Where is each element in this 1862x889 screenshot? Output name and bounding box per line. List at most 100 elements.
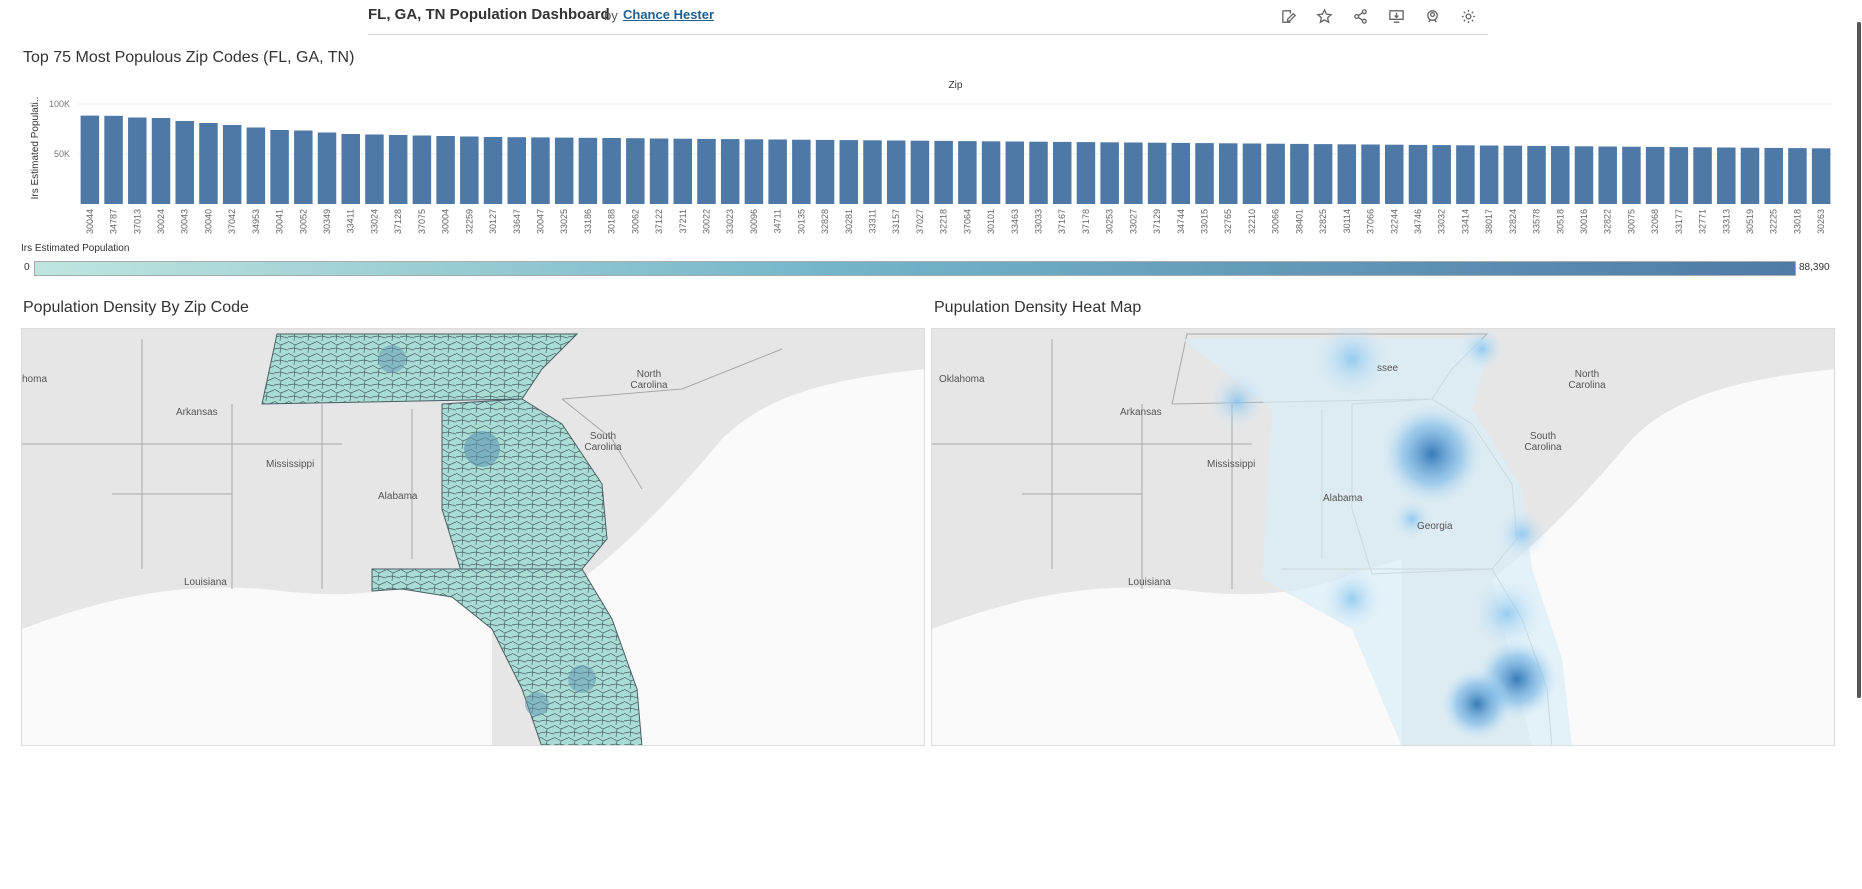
x-tick-label: 37128 xyxy=(393,209,403,234)
settings-button[interactable] xyxy=(1456,5,1480,27)
scrollbar-thumb[interactable] xyxy=(1857,22,1861,698)
bar xyxy=(1456,145,1475,204)
x-tick-label: 32210 xyxy=(1247,209,1257,234)
x-tick-label: 30075 xyxy=(1626,209,1636,234)
map-label: Georgia xyxy=(1417,521,1453,532)
map-label: North Carolina xyxy=(630,369,668,391)
x-tick-label: 30004 xyxy=(441,209,451,234)
map-label: South Carolina xyxy=(584,431,622,453)
x-tick-label: 33018 xyxy=(1792,209,1802,234)
bar xyxy=(175,121,194,204)
x-tick-label: 37064 xyxy=(962,209,972,234)
bar xyxy=(1432,145,1451,204)
choropleth-map-title: Population Density By Zip Code xyxy=(23,299,249,316)
map-label: homa xyxy=(22,374,48,385)
x-tick-label: 32068 xyxy=(1650,209,1660,234)
x-tick-label: 30041 xyxy=(275,209,285,234)
x-tick-label: 34744 xyxy=(1176,209,1186,234)
x-tick-label: 38401 xyxy=(1294,209,1304,234)
bar xyxy=(1408,144,1428,204)
bar xyxy=(1124,142,1143,204)
x-tick-label: 33015 xyxy=(1200,209,1210,234)
x-tick-label: 33186 xyxy=(583,209,593,234)
bar xyxy=(1242,143,1262,204)
share-button[interactable] xyxy=(1348,5,1372,27)
x-tick-label: 34787 xyxy=(109,209,119,234)
x-tick-label: 30135 xyxy=(796,209,806,234)
bar xyxy=(1717,147,1736,204)
download-icon xyxy=(1388,9,1404,23)
bar xyxy=(531,137,550,204)
x-tick-label: 37066 xyxy=(1366,209,1376,234)
map-label: Alabama xyxy=(1323,493,1363,504)
bar xyxy=(1645,146,1665,204)
bar xyxy=(1218,143,1238,204)
y-tick-label: 100K xyxy=(49,99,70,109)
choropleth-map[interactable]: homa Arkansas Mississippi Alabama Louisi… xyxy=(21,328,925,746)
edit-button[interactable] xyxy=(1276,5,1300,27)
x-tick-label: 33463 xyxy=(1010,209,1020,234)
bar xyxy=(104,115,123,204)
x-tick-label: 30043 xyxy=(180,209,190,234)
settings-gear-icon xyxy=(1461,9,1475,23)
x-tick-label: 30188 xyxy=(607,209,617,234)
watch-button[interactable] xyxy=(1420,5,1444,27)
x-tick-label: 37075 xyxy=(417,209,427,234)
bar xyxy=(1788,148,1807,204)
x-tick-label: 30127 xyxy=(488,209,498,234)
x-tick-label: 32822 xyxy=(1603,209,1613,234)
x-tick-label: 30096 xyxy=(749,209,759,234)
x-tick-label: 37211 xyxy=(678,209,688,233)
x-tick-label: 33157 xyxy=(891,209,901,234)
favorite-button[interactable] xyxy=(1312,5,1336,27)
x-tick-label: 30062 xyxy=(630,209,640,234)
x-tick-label: 33313 xyxy=(1721,209,1731,234)
heat-map-canvas xyxy=(932,329,1834,745)
favorite-star-icon xyxy=(1315,7,1333,24)
bar xyxy=(981,141,1001,204)
dashboard-header: FL, GA, TN Population Dashboard by Chanc… xyxy=(368,0,1488,35)
edit-icon xyxy=(1281,9,1296,23)
x-tick-label: 32828 xyxy=(820,209,830,234)
bar-chart-title: Top 75 Most Populous Zip Codes (FL, GA, … xyxy=(23,49,355,66)
bar xyxy=(578,137,598,204)
x-tick-label: 30101 xyxy=(986,209,996,234)
bar xyxy=(934,140,953,204)
legend-title: Irs Estimated Population xyxy=(21,243,130,254)
bar xyxy=(222,125,242,204)
x-tick-label: 30044 xyxy=(85,209,95,234)
x-tick-label: 30114 xyxy=(1342,209,1352,233)
x-tick-label: 30047 xyxy=(535,209,545,234)
map-label: Louisiana xyxy=(184,577,227,588)
x-tick-label: 38017 xyxy=(1484,209,1494,234)
choropleth-map-canvas xyxy=(22,333,924,745)
x-tick-label: 37042 xyxy=(227,209,237,234)
x-tick-label: 33025 xyxy=(559,209,569,234)
bar xyxy=(1147,142,1167,204)
download-button[interactable] xyxy=(1384,5,1408,27)
x-tick-label: 33578 xyxy=(1532,209,1542,234)
heat-map[interactable]: Oklahoma Arkansas Mississippi Alabama Lo… xyxy=(931,328,1835,746)
x-tick-label: 30253 xyxy=(1105,209,1115,234)
bar xyxy=(839,140,859,204)
x-tick-label: 33311 xyxy=(867,209,877,233)
bar xyxy=(1385,144,1404,204)
x-tick-label: 30022 xyxy=(701,209,711,234)
legend-min: 0 xyxy=(24,262,30,273)
page-scrollbar[interactable] xyxy=(1854,0,1862,700)
x-tick-label: 34711 xyxy=(773,209,783,233)
bar xyxy=(1574,146,1594,204)
bar xyxy=(341,134,360,204)
bar xyxy=(1313,144,1333,204)
bar xyxy=(1052,141,1072,204)
bar xyxy=(744,139,764,204)
bar xyxy=(246,127,266,204)
bar xyxy=(483,137,503,204)
bar xyxy=(1693,147,1712,204)
toolbar xyxy=(1276,5,1480,27)
x-tick-label: 33647 xyxy=(512,209,522,234)
author-link[interactable]: Chance Hester xyxy=(623,7,714,22)
bar xyxy=(673,138,693,204)
x-tick-label: 30263 xyxy=(1816,209,1826,234)
x-tick-label: 33411 xyxy=(346,209,356,233)
